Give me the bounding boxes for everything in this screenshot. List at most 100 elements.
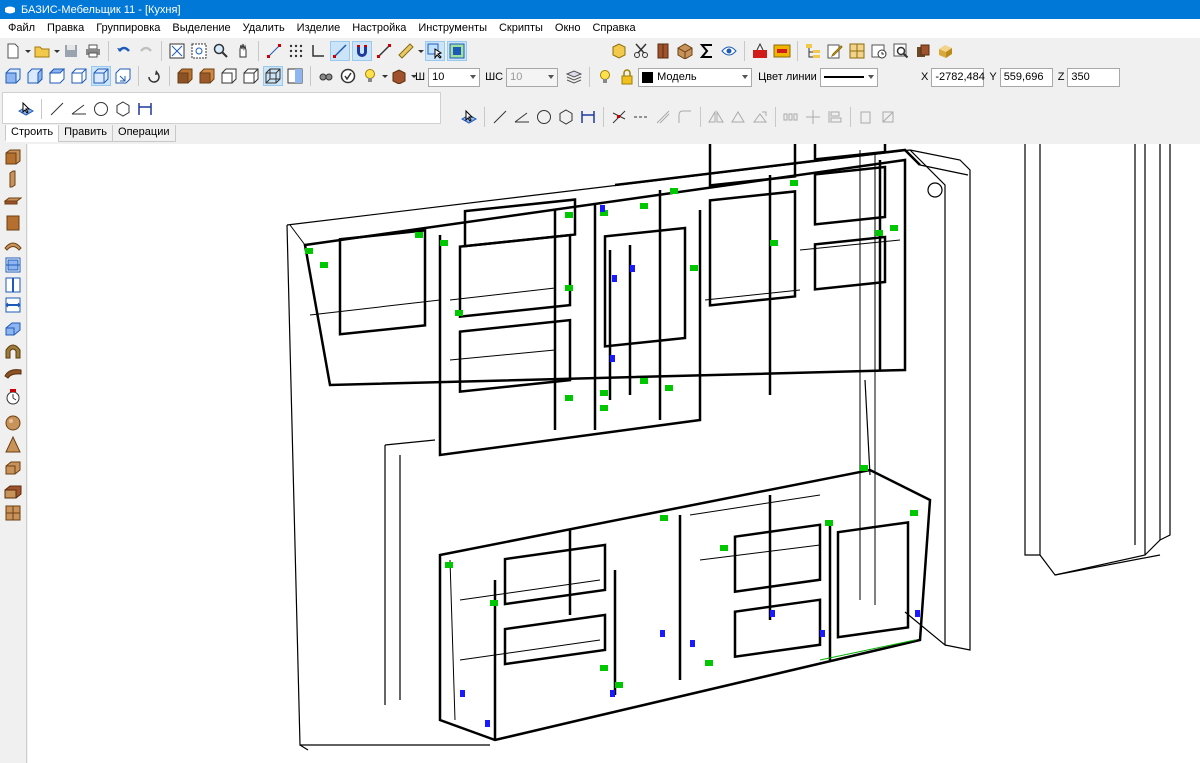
section-icon[interactable] <box>285 66 305 86</box>
cursor-build-icon[interactable] <box>16 99 36 119</box>
line-tool-icon[interactable] <box>490 107 510 127</box>
circle-tool-icon[interactable] <box>91 99 111 119</box>
ruler-icon[interactable] <box>396 41 416 61</box>
magnet-icon[interactable] <box>352 41 372 61</box>
extrude-icon[interactable] <box>856 107 876 127</box>
menu-tools[interactable]: Инструменты <box>412 19 493 38</box>
render-solid-icon[interactable] <box>175 66 195 86</box>
dashed-line-icon[interactable] <box>631 107 651 127</box>
angle-tool-icon[interactable] <box>512 107 532 127</box>
array-icon[interactable] <box>781 107 801 127</box>
z-field[interactable]: 350 <box>1067 67 1121 87</box>
edit-props-icon[interactable] <box>825 41 845 61</box>
camera-icon[interactable] <box>316 66 336 86</box>
panel-create-icon[interactable] <box>4 148 22 166</box>
model-viewport[interactable] <box>28 144 1200 763</box>
rotate-view-icon[interactable] <box>144 66 164 86</box>
layer-select[interactable]: Модель <box>638 67 753 87</box>
fastener-icon[interactable] <box>4 388 22 406</box>
zoom-extents-icon[interactable] <box>167 41 187 61</box>
measure-line-icon[interactable] <box>374 41 394 61</box>
panel-grid-icon[interactable] <box>847 41 867 61</box>
menu-delete[interactable]: Удалить <box>237 19 291 38</box>
layer-lock-icon[interactable] <box>617 67 637 87</box>
menu-window[interactable]: Окно <box>549 19 587 38</box>
view-iso-icon[interactable] <box>69 66 89 86</box>
vertical-panel-icon[interactable] <box>4 170 22 188</box>
section-cut-icon[interactable] <box>878 107 898 127</box>
x-field[interactable]: -2782,484 <box>931 67 985 87</box>
materials-icon[interactable] <box>609 41 629 61</box>
render-hidden-icon[interactable] <box>219 66 239 86</box>
menu-file[interactable]: Файл <box>2 19 41 38</box>
chevron-down-icon[interactable] <box>54 49 60 53</box>
partition-icon[interactable] <box>4 276 22 294</box>
report-icon[interactable] <box>772 41 792 61</box>
fillet-icon[interactable] <box>675 107 695 127</box>
print-icon[interactable] <box>83 41 103 61</box>
line-tool-icon[interactable] <box>47 99 67 119</box>
molding-icon[interactable] <box>4 364 22 382</box>
horizontal-panel-icon[interactable] <box>3 192 23 210</box>
view-persp-icon[interactable] <box>113 66 133 86</box>
view-top-icon[interactable] <box>47 66 67 86</box>
shelf-icon[interactable] <box>4 296 22 314</box>
rotate-copy-icon[interactable] <box>728 107 748 127</box>
menu-product[interactable]: Изделие <box>291 19 347 38</box>
width-s-select[interactable]: 10 <box>506 67 559 87</box>
snap-line-icon[interactable] <box>330 41 350 61</box>
tab-build[interactable]: Строить <box>5 125 60 142</box>
sale-icon[interactable] <box>750 41 770 61</box>
render-wireframe-icon[interactable] <box>263 66 283 86</box>
cut-icon[interactable] <box>631 41 651 61</box>
chevron-down-icon[interactable] <box>25 49 31 53</box>
render-outline-icon[interactable] <box>241 66 261 86</box>
calendar-clock-icon[interactable] <box>869 41 889 61</box>
dimension-tool-icon[interactable] <box>135 99 155 119</box>
cube-texture-icon[interactable] <box>935 41 955 61</box>
chevron-down-icon[interactable] <box>382 74 388 78</box>
menu-scripts[interactable]: Скрипты <box>493 19 549 38</box>
sum-icon[interactable] <box>697 41 717 61</box>
ortho-icon[interactable] <box>308 41 328 61</box>
preview-icon[interactable] <box>891 41 911 61</box>
arch-icon[interactable] <box>4 342 22 360</box>
view-front-icon[interactable] <box>3 66 23 86</box>
layers-tree-icon[interactable] <box>803 41 823 61</box>
select-cursor-icon[interactable] <box>425 41 445 61</box>
pan-icon[interactable] <box>233 41 253 61</box>
line-color-select[interactable] <box>819 67 878 87</box>
drawer-icon[interactable] <box>4 482 22 500</box>
view-left-icon[interactable] <box>25 66 45 86</box>
angle-tool-icon[interactable] <box>69 99 89 119</box>
y-field[interactable]: 559,696 <box>999 67 1053 87</box>
undo-icon[interactable] <box>114 41 134 61</box>
grid-icon[interactable] <box>286 41 306 61</box>
menu-select[interactable]: Выделение <box>166 19 236 38</box>
tab-edit[interactable]: Править <box>58 125 114 142</box>
cursor-build-icon[interactable] <box>459 107 479 127</box>
menu-help[interactable]: Справка <box>586 19 641 38</box>
new-file-icon[interactable] <box>3 41 23 61</box>
view-eye-icon[interactable] <box>719 41 739 61</box>
box-body-icon[interactable] <box>4 460 22 478</box>
dimension-tool-icon[interactable] <box>578 107 598 127</box>
cone-icon[interactable] <box>4 435 22 454</box>
menu-edit[interactable]: Правка <box>41 19 90 38</box>
visibility-check-icon[interactable] <box>338 66 358 86</box>
open-folder-icon[interactable] <box>32 41 52 61</box>
furniture-icon[interactable] <box>653 41 673 61</box>
zoom-icon[interactable] <box>211 41 231 61</box>
curved-panel-icon[interactable] <box>4 236 22 254</box>
chevron-down-icon[interactable] <box>418 49 424 53</box>
tab-operations[interactable]: Операции <box>112 125 176 142</box>
view-axon-icon[interactable] <box>91 66 111 86</box>
front-panel-icon[interactable] <box>4 214 22 232</box>
snap-points-icon[interactable] <box>264 41 284 61</box>
polygon-tool-icon[interactable] <box>556 107 576 127</box>
light-bulb-icon[interactable] <box>360 66 380 86</box>
select-all-icon[interactable] <box>447 41 467 61</box>
menu-group[interactable]: Группировка <box>90 19 166 38</box>
scale-icon[interactable] <box>750 107 770 127</box>
save-icon[interactable] <box>61 41 81 61</box>
